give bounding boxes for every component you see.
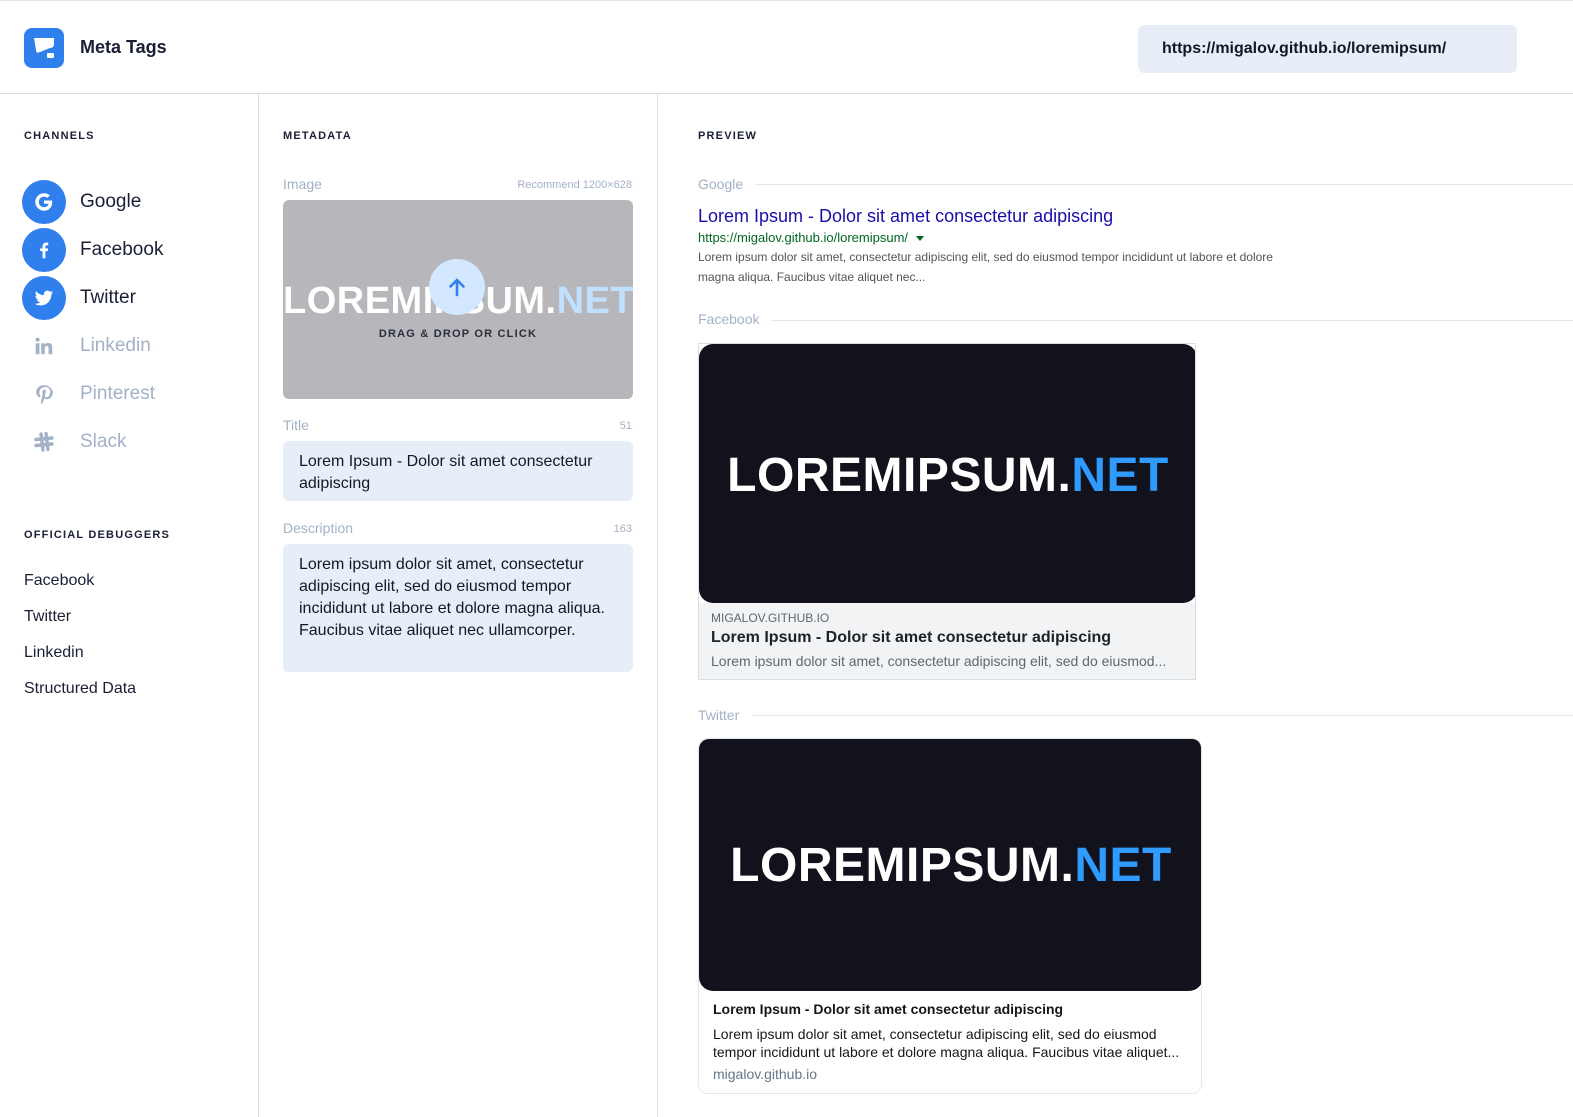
google-result-description: Lorem ipsum dolor sit amet, consectetur … (698, 250, 1273, 284)
channels-heading: CHANNELS (24, 130, 95, 142)
twitter-card[interactable]: LOREMIPSUM.NET Lorem Ipsum - Dolor sit a… (698, 738, 1202, 1094)
facebook-card-domain: MIGALOV.GITHUB.IO (711, 611, 830, 625)
slack-icon (22, 420, 66, 464)
dropdown-arrow-icon (916, 236, 925, 242)
twitter-card-description: Lorem ipsum dolor sit amet, consectetur … (713, 1026, 1180, 1060)
twitter-preview-label: Twitter (698, 707, 752, 723)
debugger-link-structured-data[interactable]: Structured Data (24, 680, 136, 698)
channel-label: Facebook (80, 239, 164, 260)
twitter-card-image: LOREMIPSUM.NET (699, 739, 1201, 991)
upload-instruction: DRAG & DROP OR CLICK (378, 328, 538, 340)
debuggers-heading: OFFICIAL DEBUGGERS (24, 529, 171, 541)
description-label: Description (283, 520, 354, 536)
divider (698, 184, 1573, 185)
google-icon (22, 180, 66, 224)
channel-label: Twitter (80, 287, 136, 308)
debugger-link-linkedin[interactable]: Linkedin (24, 644, 84, 662)
twitter-card-domain: migalov.github.io (713, 1066, 818, 1082)
facebook-card-image: LOREMIPSUM.NET (699, 344, 1195, 603)
image-size-hint: Recommend 1200×628 (517, 179, 632, 191)
pinterest-icon (22, 372, 66, 416)
image-label: Image (283, 176, 322, 192)
facebook-preview-label: Facebook (698, 311, 772, 327)
facebook-card-description: Lorem ipsum dolor sit amet, consectetur … (711, 653, 1167, 669)
channel-linkedin[interactable]: Linkedin (22, 324, 242, 368)
google-preview-label: Google (698, 176, 756, 192)
divider (698, 320, 1573, 321)
debugger-link-facebook[interactable]: Facebook (24, 572, 94, 590)
twitter-icon (22, 276, 66, 320)
channel-label: Linkedin (80, 335, 151, 356)
channel-google[interactable]: Google (22, 180, 242, 224)
image-upload-dropzone[interactable]: LOREMIPSUM.NET DRAG & DROP OR CLICK (283, 200, 633, 399)
twitter-card-meta: Lorem Ipsum - Dolor sit amet consectetur… (699, 991, 1201, 1092)
metadata-heading: METADATA (283, 130, 352, 142)
divider (698, 715, 1573, 716)
preview-panel: PREVIEW Google Lorem Ipsum - Dolor sit a… (658, 94, 1573, 1117)
debugger-link-twitter[interactable]: Twitter (24, 608, 71, 626)
title-char-count: 51 (619, 420, 632, 432)
facebook-card[interactable]: LOREMIPSUM.NET MIGALOV.GITHUB.IO Lorem I… (698, 343, 1196, 680)
linkedin-icon (22, 324, 66, 368)
channel-label: Pinterest (80, 383, 155, 404)
channel-label: Slack (80, 431, 127, 452)
preview-heading: PREVIEW (698, 130, 758, 142)
title-input[interactable]: Lorem Ipsum - Dolor sit amet consectetur… (283, 441, 633, 501)
description-char-count: 163 (613, 523, 632, 535)
title-label: Title (283, 417, 309, 433)
facebook-card-title: Lorem Ipsum - Dolor sit amet consectetur… (711, 629, 1112, 646)
sidebar: CHANNELS Google Facebook Twitter Linkedi… (0, 94, 259, 1117)
header: Meta Tags (0, 0, 1573, 94)
meta-tags-logo-icon[interactable] (24, 28, 64, 68)
google-result-title[interactable]: Lorem Ipsum - Dolor sit amet consectetur… (698, 206, 1113, 227)
channel-pinterest[interactable]: Pinterest (22, 372, 242, 416)
channel-slack[interactable]: Slack (22, 420, 242, 464)
facebook-icon (22, 228, 66, 272)
channel-twitter[interactable]: Twitter (22, 276, 242, 320)
metadata-panel: METADATA Image Recommend 1200×628 LOREMI… (259, 94, 658, 1117)
brand-title[interactable]: Meta Tags (80, 37, 167, 58)
facebook-card-meta: MIGALOV.GITHUB.IO Lorem Ipsum - Dolor si… (699, 603, 1195, 679)
channel-facebook[interactable]: Facebook (22, 228, 242, 272)
description-input[interactable]: Lorem ipsum dolor sit amet, consectetur … (283, 544, 633, 672)
google-result-url[interactable]: https://migalov.github.io/loremipsum/ (698, 230, 925, 245)
upload-arrow-icon[interactable] (429, 259, 485, 315)
channel-label: Google (80, 191, 142, 212)
twitter-card-title: Lorem Ipsum - Dolor sit amet consectetur… (713, 1001, 1064, 1017)
url-input[interactable] (1138, 25, 1517, 73)
